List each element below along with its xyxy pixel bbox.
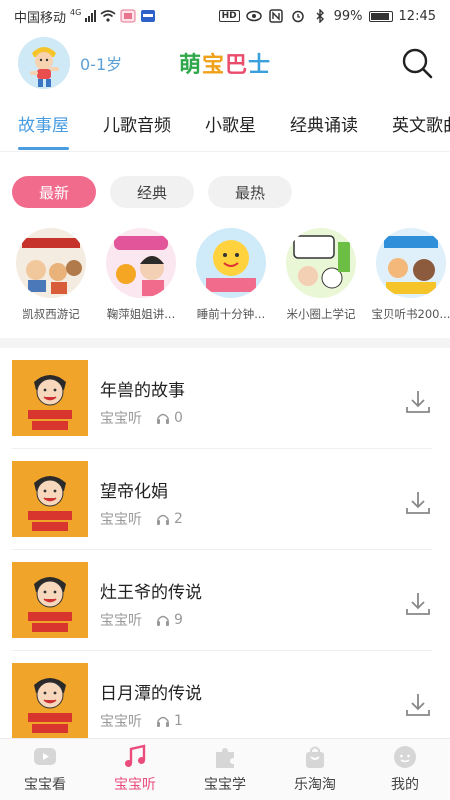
story-meta: 宝宝听 0 (100, 408, 183, 428)
album-cover (106, 228, 176, 298)
carrier-label: 中国移动 (14, 10, 67, 26)
age-selector[interactable]: 0-1岁 (80, 51, 122, 75)
album-cover (376, 228, 446, 298)
filter-pills: 最新 经典 最热 (0, 176, 450, 210)
baby-avatar[interactable] (18, 37, 70, 89)
shopping-bag-icon (306, 746, 324, 768)
story-thumbnail (12, 562, 88, 638)
story-list: 年兽的故事 宝宝听 0 望帝化娟 宝宝听 2 灶王爷的传说 宝宝听 9 日月潭的… (0, 348, 450, 738)
search-icon[interactable] (400, 46, 434, 80)
download-icon[interactable] (404, 388, 432, 416)
album-name: 米小圈上学记 (286, 307, 356, 321)
battery-icon (368, 10, 393, 22)
play-count: 1 (156, 713, 183, 729)
download-icon[interactable] (404, 691, 432, 719)
nav-baby-learn[interactable]: 宝宝学 (180, 739, 270, 800)
album-cover (286, 228, 356, 298)
headphones-icon (157, 514, 169, 525)
boy-running-icon (18, 37, 70, 89)
nav-shop[interactable]: 乐淘淘 (270, 739, 360, 800)
album-item[interactable]: 米小圈上学记 (276, 228, 366, 328)
story-meta: 宝宝听 2 (100, 509, 183, 529)
story-meta: 宝宝听 1 (100, 711, 183, 731)
app-notification-icon-2 (141, 10, 156, 22)
hd-badge: HD (218, 10, 240, 22)
bottom-nav: 宝宝看 宝宝听 宝宝学 乐淘淘 我的 (0, 738, 450, 800)
album-name: 睡前十分钟... (196, 307, 266, 321)
filter-classic[interactable]: 经典 (110, 176, 194, 208)
battery-percent: 99% (333, 8, 363, 24)
story-title: 望帝化娟 (100, 482, 168, 502)
story-source: 宝宝听 (100, 512, 142, 528)
album-item[interactable]: 睡前十分钟... (186, 228, 276, 328)
download-icon[interactable] (404, 489, 432, 517)
play-count: 0 (156, 410, 183, 426)
nav-mine[interactable]: 我的 (360, 739, 450, 800)
filter-hottest[interactable]: 最热 (208, 176, 292, 208)
story-row[interactable]: 年兽的故事 宝宝听 0 (12, 348, 432, 449)
tab-little-singer[interactable]: 小歌星 (205, 111, 256, 136)
nav-baby-listen[interactable]: 宝宝听 (90, 739, 180, 800)
app-notification-icon (120, 9, 136, 23)
music-note-icon (125, 744, 146, 767)
story-title: 日月潭的传说 (100, 684, 202, 704)
download-icon[interactable] (404, 590, 432, 618)
nfc-icon (268, 9, 283, 23)
album-cover (16, 228, 86, 298)
play-count: 9 (156, 612, 183, 628)
puzzle-icon (216, 748, 234, 768)
story-thumbnail (12, 360, 88, 436)
story-row[interactable]: 望帝化娟 宝宝听 2 (12, 449, 432, 550)
play-count: 2 (156, 511, 183, 527)
alarm-icon (291, 10, 304, 23)
album-item[interactable]: 鞠萍姐姐讲... (96, 228, 186, 328)
album-name: 凯叔西游记 (22, 307, 80, 321)
story-title: 年兽的故事 (100, 381, 185, 401)
tab-english-songs[interactable]: 英文歌曲 (392, 111, 450, 136)
section-divider (0, 338, 450, 348)
story-thumbnail (12, 461, 88, 537)
story-thumbnail (12, 663, 88, 738)
story-source: 宝宝听 (100, 411, 142, 427)
story-meta: 宝宝听 9 (100, 610, 183, 630)
tv-icon (34, 748, 56, 765)
album-cover (196, 228, 266, 298)
profile-icon (394, 746, 416, 768)
story-row[interactable]: 日月潭的传说 宝宝听 1 (12, 651, 432, 738)
category-tabs: 故事屋 儿歌音频 小歌星 经典诵读 英文歌曲 (0, 96, 450, 152)
story-title: 灶王爷的传说 (100, 583, 202, 603)
tab-story-house[interactable]: 故事屋 (18, 111, 69, 150)
headphones-icon (157, 615, 169, 626)
story-source: 宝宝听 (100, 714, 142, 730)
app-header: 0-1岁 萌宝巴士 (0, 32, 450, 94)
tab-nursery-audio[interactable]: 儿歌音频 (103, 111, 171, 136)
signal-icon (85, 10, 97, 22)
filter-newest[interactable]: 最新 (12, 176, 96, 208)
story-row[interactable]: 灶王爷的传说 宝宝听 9 (12, 550, 432, 651)
clock: 12:45 (398, 8, 436, 24)
status-bar: 中国移动 4G HD 99% 12:45 (0, 0, 450, 32)
eye-icon (245, 10, 262, 22)
tab-classic-reading[interactable]: 经典诵读 (290, 111, 358, 136)
nav-baby-watch[interactable]: 宝宝看 (0, 739, 90, 800)
story-source: 宝宝听 (100, 613, 142, 629)
app-logo: 萌宝巴士 (178, 53, 272, 78)
album-item[interactable]: 宝贝听书200... (366, 228, 450, 328)
album-carousel: 凯叔西游记 鞠萍姐姐讲... 睡前十分钟... 米小圈上学记 宝贝听书200..… (0, 228, 450, 328)
headphones-icon (157, 413, 169, 424)
wifi-icon (100, 10, 116, 22)
bluetooth-icon (316, 9, 324, 23)
album-name: 宝贝听书200... (371, 307, 450, 321)
album-name: 鞠萍姐姐讲... (106, 307, 176, 321)
network-type: 4G (70, 7, 82, 17)
headphones-icon (157, 716, 169, 727)
album-item[interactable]: 凯叔西游记 (6, 228, 96, 328)
